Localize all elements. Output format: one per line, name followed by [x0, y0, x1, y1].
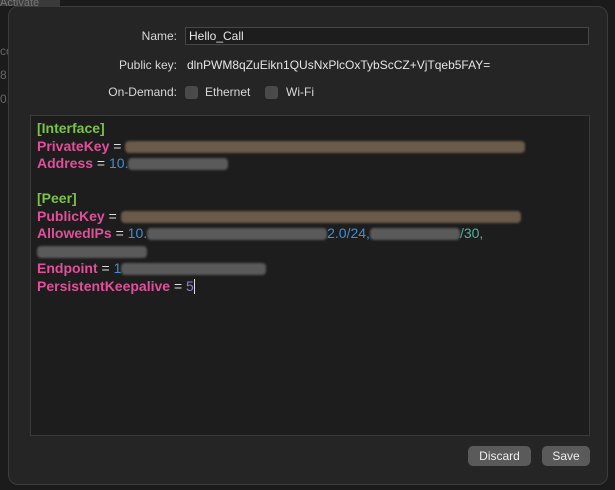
- redacted-value: [125, 140, 526, 153]
- allowed-ips-value: 2.0/24,: [327, 225, 370, 241]
- discard-button[interactable]: Discard: [468, 446, 531, 466]
- redacted-value: [121, 263, 267, 276]
- ethernet-checkbox[interactable]: [185, 86, 198, 99]
- public-key-value: dlnPWM8qZuEikn1QUsNxPlcOxTybScCZ+VjTqeb5…: [187, 58, 491, 72]
- redacted-value: [147, 228, 328, 241]
- wifi-label: Wi-Fi: [286, 85, 314, 99]
- section-peer: [Peer]: [37, 190, 77, 206]
- allowed-ips-value: /30,: [459, 225, 484, 241]
- redacted-value: [120, 210, 521, 223]
- equals: =: [108, 207, 117, 224]
- equals: =: [101, 260, 110, 276]
- key-public-key: PublicKey: [37, 207, 105, 224]
- public-key-label: Public key:: [118, 58, 177, 72]
- redacted-value: [128, 158, 229, 171]
- allowed-ips-value: 10.: [127, 225, 148, 241]
- equals: =: [115, 225, 124, 241]
- key-address: Address: [37, 155, 94, 171]
- save-button[interactable]: Save: [542, 446, 590, 466]
- text-caret: [193, 279, 195, 295]
- ethernet-label: Ethernet: [205, 85, 251, 99]
- name-input[interactable]: [185, 27, 589, 45]
- endpoint-value: 1: [113, 260, 122, 276]
- keepalive-value: 5: [186, 277, 194, 294]
- key-private-key: PrivateKey: [37, 137, 110, 154]
- address-value: 10.: [109, 155, 129, 171]
- redacted-value: [37, 245, 147, 258]
- section-interface: [Interface]: [37, 120, 105, 136]
- key-allowed-ips: AllowedIPs: [37, 225, 112, 241]
- name-label: Name:: [141, 29, 177, 43]
- edit-tunnel-dialog: Name: Public key: dlnPWM8qZuEikn1QUsNxPl…: [8, 6, 608, 485]
- redacted-value: [369, 228, 460, 241]
- equals: =: [173, 277, 183, 294]
- background-text: 8: [0, 68, 7, 82]
- wifi-checkbox[interactable]: [265, 86, 278, 99]
- equals: =: [96, 155, 106, 171]
- config-editor[interactable]: [Interface] PrivateKey = Address = 10. […: [30, 115, 590, 436]
- equals: =: [113, 137, 122, 154]
- on-demand-label: On-Demand:: [108, 85, 177, 99]
- key-endpoint: Endpoint: [37, 260, 98, 276]
- key-persistent-keepalive: PersistentKeepalive: [37, 277, 171, 294]
